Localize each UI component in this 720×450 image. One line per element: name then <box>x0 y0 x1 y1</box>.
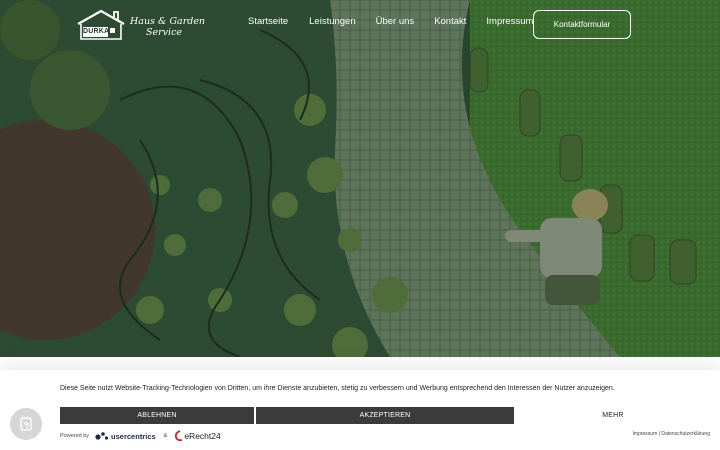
contact-form-button[interactable]: Kontaktformular <box>533 10 631 39</box>
accept-button[interactable]: AKZEPTIEREN <box>256 407 514 424</box>
privacy-settings-button[interactable] <box>10 408 42 440</box>
legal-separator: | <box>658 431 660 437</box>
powered-by-label: Powered by <box>60 433 90 439</box>
nav-impressum[interactable]: Impressum <box>486 16 533 27</box>
cookie-consent-banner: Diese Seite nutzt Website-Tracking-Techn… <box>0 370 720 450</box>
legal-links: Impressum | Datenschutzerklärung <box>633 431 710 437</box>
more-button[interactable]: MEHR <box>516 407 710 424</box>
site-header: DURKA Haus & Garden Service Startseite L… <box>0 0 720 48</box>
hero-overlay <box>0 0 720 357</box>
erecht24-label: eRecht24 <box>184 431 221 441</box>
nav-ueber-uns[interactable]: Über uns <box>376 16 415 27</box>
usercentrics-logo[interactable]: usercentrics <box>95 431 156 441</box>
hero-image <box>0 0 720 357</box>
usercentrics-dots-icon <box>95 432 109 440</box>
powered-by-ampersand: & <box>163 433 168 439</box>
erecht24-logo[interactable]: eRecht24 <box>173 430 221 442</box>
logo-brand-box: DURKA <box>83 27 110 37</box>
nav-kontakt[interactable]: Kontakt <box>434 16 466 27</box>
nav-leistungen[interactable]: Leistungen <box>309 16 355 27</box>
site-logo[interactable]: DURKA Haus & Garden Service <box>76 8 205 40</box>
consent-message: Diese Seite nutzt Website-Tracking-Techn… <box>60 385 615 392</box>
datenschutz-link[interactable]: Datenschutzerklärung <box>661 431 710 437</box>
usercentrics-label: usercentrics <box>111 431 156 441</box>
deny-button[interactable]: ABLEHNEN <box>60 407 254 424</box>
logo-script-line2: Service <box>146 27 183 38</box>
main-nav: Startseite Leistungen Über uns Kontakt I… <box>248 16 533 27</box>
logo-script-line1: Haus & Garden <box>130 16 206 27</box>
impressum-link[interactable]: Impressum <box>633 431 658 437</box>
erecht24-mark-icon <box>175 430 183 442</box>
powered-by: Powered by usercentrics & eRecht24 <box>60 429 221 443</box>
nav-startseite[interactable]: Startseite <box>248 16 288 27</box>
fingerprint-icon <box>20 417 32 431</box>
